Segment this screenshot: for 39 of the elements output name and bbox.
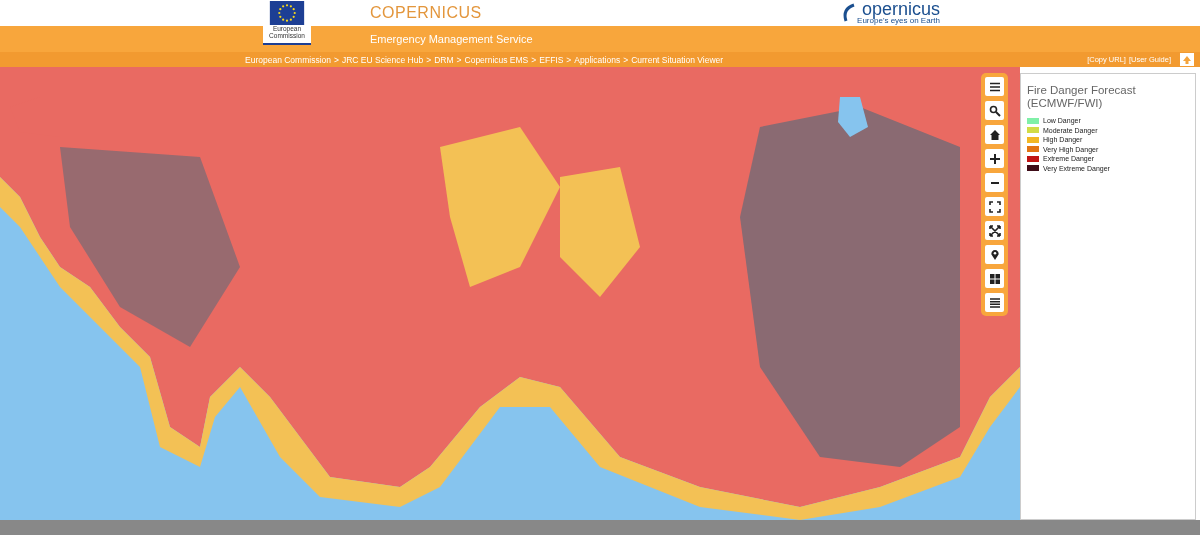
map-pin-icon: [988, 248, 1001, 261]
breadcrumb-separator: >: [426, 54, 432, 65]
breadcrumb-link[interactable]: DRM: [434, 54, 454, 65]
zoom-in-button[interactable]: [985, 149, 1004, 168]
breadcrumb-link[interactable]: Current Situation Viewer: [631, 54, 724, 65]
location-pin-button[interactable]: [985, 245, 1004, 264]
grid-icon: [988, 272, 1001, 285]
list-icon: [988, 296, 1001, 309]
breadcrumb-link[interactable]: EFFIS: [539, 54, 564, 65]
search-button[interactable]: [985, 101, 1004, 120]
zoom-out-button[interactable]: [985, 173, 1004, 192]
arrows-icon: [988, 224, 1001, 237]
menu-icon: [988, 80, 1001, 93]
menu-button[interactable]: [985, 77, 1004, 96]
breadcrumb-separator: >: [623, 54, 629, 65]
breadcrumb-separator: >: [334, 54, 339, 65]
logo-wordmark: opernicus: [861, 1, 940, 17]
breadcrumb-link[interactable]: Applications: [574, 54, 621, 65]
logo-tagline: Europe's eyes on Earth: [857, 17, 940, 25]
site-title: COPERNICUS: [370, 4, 482, 22]
legend-title: Fire Danger Forecast (ECMWF/FWI): [1027, 84, 1137, 110]
swoosh-icon: [842, 3, 857, 23]
breadcrumb-link[interactable]: Copernicus EMS: [464, 54, 529, 65]
search-icon: [988, 104, 1001, 117]
fullscreen-icon: [988, 200, 1001, 213]
list-button[interactable]: [985, 293, 1004, 312]
breadcrumb-separator: >: [456, 54, 462, 65]
plus-icon: [988, 152, 1001, 165]
expand-button[interactable]: [985, 221, 1004, 240]
fullscreen-button[interactable]: [985, 197, 1004, 216]
breadcrumb-link[interactable]: JRC EU Science Hub: [341, 54, 424, 65]
breadcrumb-separator: >: [566, 54, 572, 65]
site-subtitle: Emergency Management Service: [370, 33, 533, 45]
breadcrumb-link[interactable]: European Commission: [245, 54, 331, 65]
breadcrumb-separator: >: [531, 54, 537, 65]
grid-button[interactable]: [985, 269, 1004, 288]
home-button[interactable]: [985, 125, 1004, 144]
home-icon: [988, 128, 1001, 141]
up-arrow-icon: [1182, 54, 1192, 65]
